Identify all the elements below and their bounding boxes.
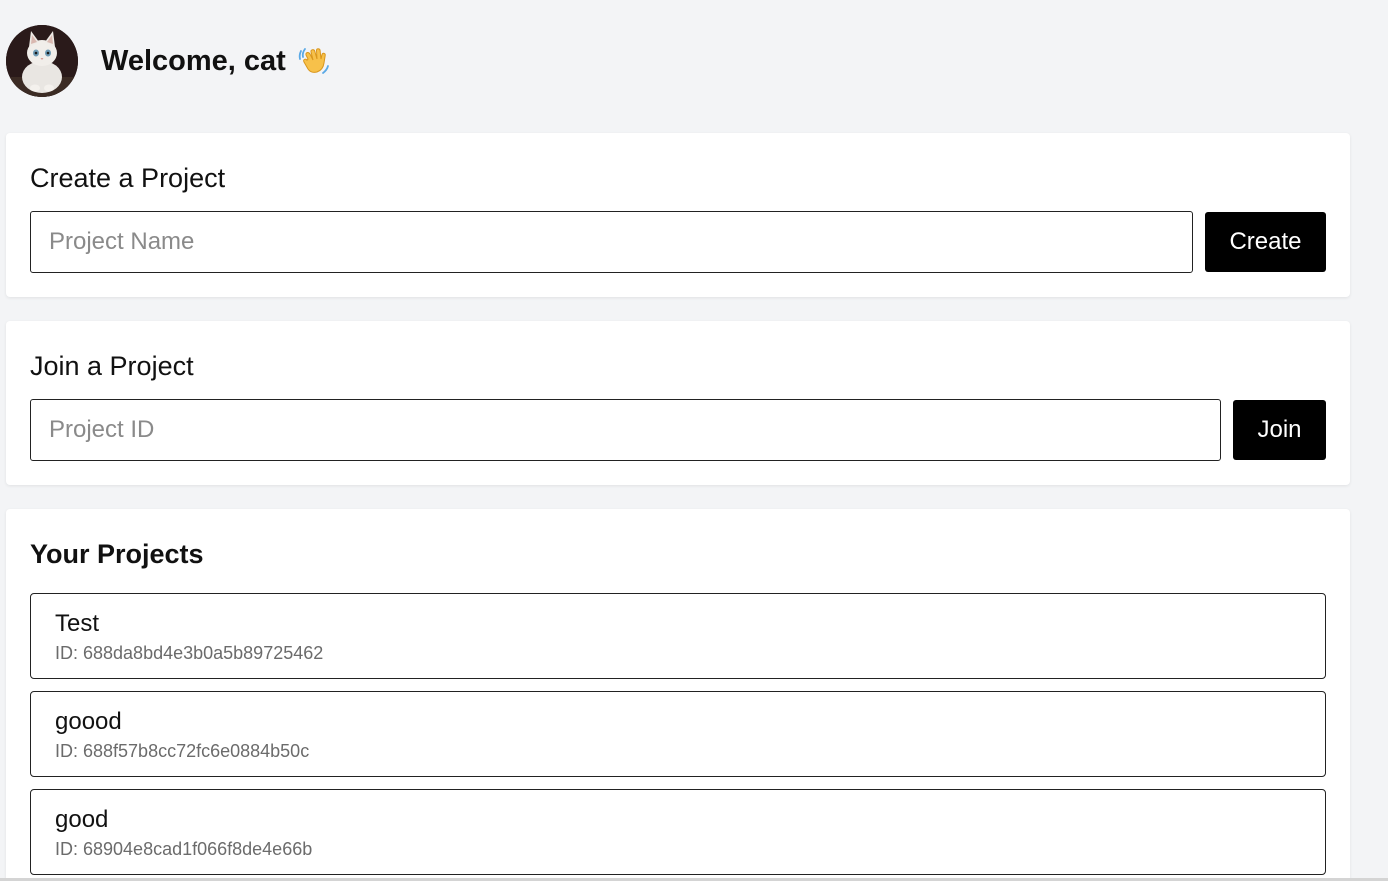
welcome-text: Welcome, cat (101, 44, 286, 77)
dashboard-page: Welcome, cat Create a Project Create Joi… (0, 0, 1388, 881)
create-project-card: Create a Project Create (6, 133, 1350, 297)
project-item[interactable]: goood ID: 688f57b8cc72fc6e0884b50c (30, 691, 1326, 777)
welcome-heading: Welcome, cat (101, 45, 330, 78)
project-name: goood (55, 708, 122, 735)
project-id: ID: 688f57b8cc72fc6e0884b50c (55, 741, 310, 761)
project-name: good (55, 806, 109, 833)
create-project-title: Create a Project (30, 163, 226, 193)
header: Welcome, cat (6, 24, 330, 98)
project-name: Test (55, 610, 100, 637)
create-button[interactable]: Create (1205, 212, 1326, 272)
project-name-input[interactable] (30, 211, 1193, 273)
join-project-card: Join a Project Join (6, 321, 1350, 485)
project-id-input[interactable] (30, 399, 1221, 461)
avatar[interactable] (6, 25, 78, 97)
project-list: Test ID: 688da8bd4e3b0a5b89725462 goood … (30, 593, 1326, 881)
project-item[interactable]: good ID: 68904e8cad1f066f8de4e66b (30, 789, 1326, 875)
waving-hand-icon (298, 45, 330, 77)
join-button[interactable]: Join (1233, 400, 1326, 460)
project-id: ID: 688da8bd4e3b0a5b89725462 (55, 643, 324, 663)
project-id: ID: 68904e8cad1f066f8de4e66b (55, 839, 313, 859)
your-projects-card: Your Projects Test ID: 688da8bd4e3b0a5b8… (6, 509, 1350, 881)
your-projects-title: Your Projects (30, 539, 204, 569)
project-item[interactable]: Test ID: 688da8bd4e3b0a5b89725462 (30, 593, 1326, 679)
join-project-title: Join a Project (30, 351, 194, 381)
cat-avatar-icon (6, 25, 78, 97)
